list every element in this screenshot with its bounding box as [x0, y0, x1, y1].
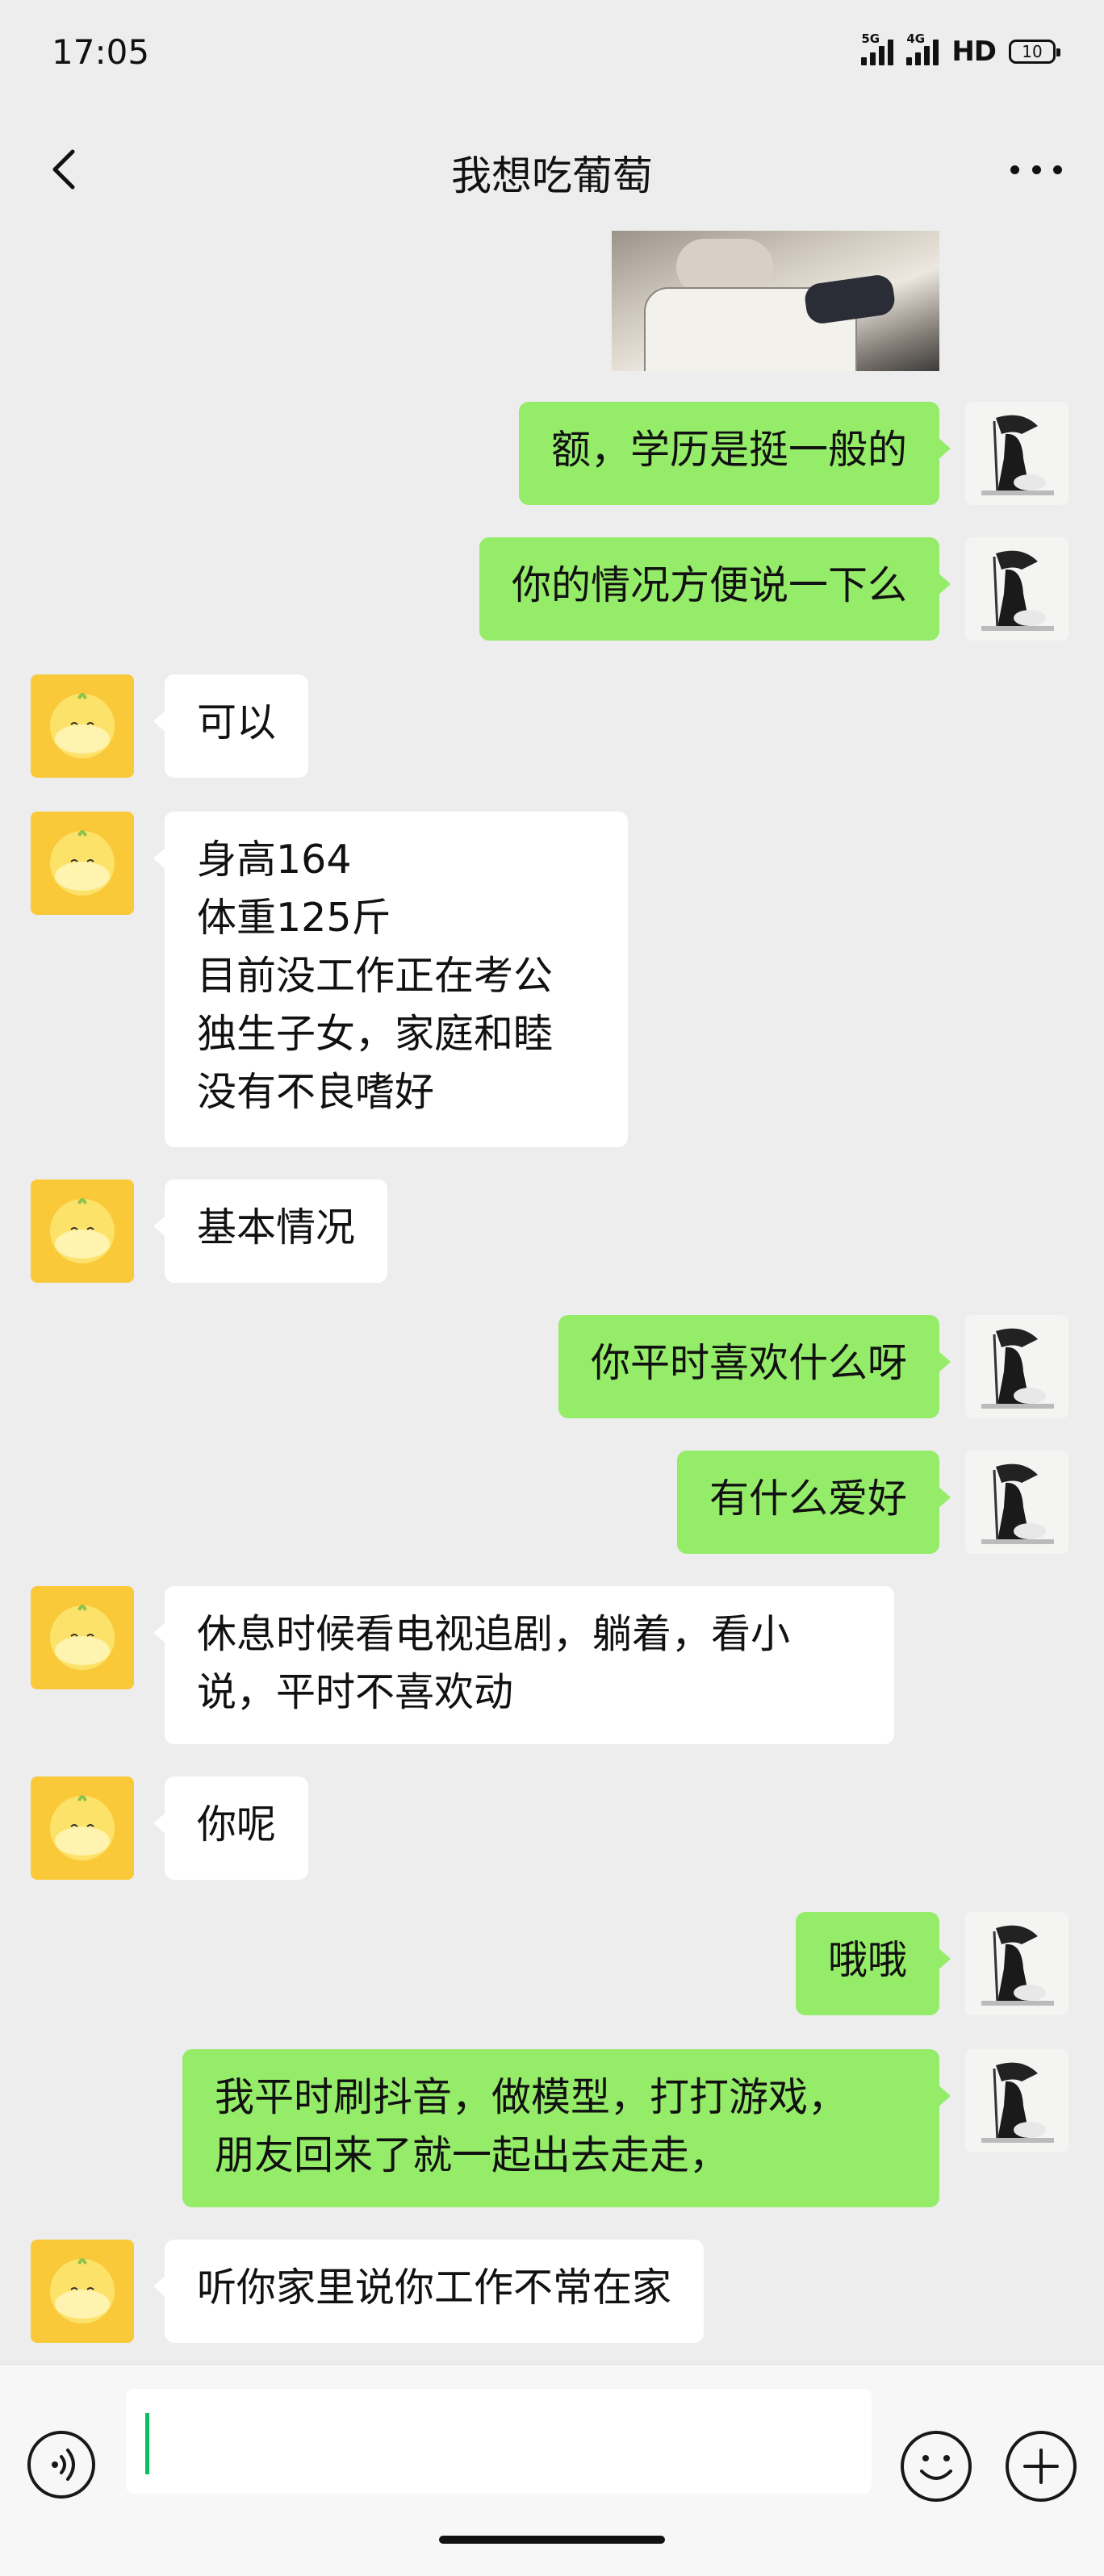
signal-5g-icon: 5G: [861, 31, 894, 65]
contact-avatar[interactable]: [31, 812, 134, 915]
message-bubble-sent[interactable]: 你平时喜欢什么呀: [558, 1315, 951, 1418]
reaper-avatar-icon: [981, 550, 1054, 631]
signal-4g-icon: 4G: [906, 31, 939, 65]
emoji-icon[interactable]: [901, 2431, 972, 2502]
message-bubble-received[interactable]: 基本情况: [153, 1179, 388, 1283]
text-cursor: [145, 2413, 149, 2474]
more-horizontal-icon[interactable]: [1010, 160, 1062, 179]
image-message[interactable]: [612, 231, 939, 371]
my-avatar[interactable]: [965, 1451, 1068, 1554]
my-avatar[interactable]: [965, 402, 1068, 505]
my-avatar[interactable]: [965, 537, 1068, 641]
message-bubble-sent[interactable]: 哦哦: [795, 1912, 951, 2015]
home-indicator[interactable]: [439, 2536, 665, 2544]
status-time: 17:05: [52, 32, 150, 72]
chat-title: 我想吃葡萄: [451, 152, 653, 199]
yellow-chick-avatar-icon: [50, 830, 115, 896]
message-bubble-sent[interactable]: 额，学历是挺一般的: [518, 402, 951, 505]
contact-avatar[interactable]: [31, 1776, 134, 1880]
hd-indicator: HD: [951, 35, 997, 68]
yellow-chick-avatar-icon: [50, 693, 115, 758]
message-bubble-received[interactable]: 听你家里说你工作不常在家: [153, 2240, 705, 2343]
contact-avatar[interactable]: [31, 2240, 134, 2343]
message-bubble-received[interactable]: 休息时候看电视追剧，躺着，看小 说，平时不喜欢动: [153, 1586, 894, 1744]
message-bubble-received[interactable]: 你呢: [153, 1776, 309, 1880]
contact-avatar[interactable]: [31, 674, 134, 778]
contact-avatar[interactable]: [31, 1179, 134, 1283]
reaper-avatar-icon: [981, 1463, 1054, 1544]
message-bubble-received[interactable]: 可以: [153, 674, 309, 778]
yellow-chick-avatar-icon: [50, 1605, 115, 1670]
yellow-chick-avatar-icon: [50, 2258, 115, 2323]
battery-icon: 10: [1009, 40, 1060, 64]
chat-header: 我想吃葡萄: [0, 121, 1104, 218]
contact-avatar[interactable]: [31, 1586, 134, 1689]
input-bar: [0, 2364, 1104, 2576]
message-bubble-sent[interactable]: 我平时刷抖音，做模型，打打游戏， 朋友回来了就一起出去走走，: [182, 2049, 951, 2207]
reaper-avatar-icon: [981, 1925, 1054, 2006]
my-avatar[interactable]: [965, 1315, 1068, 1418]
plus-circle-icon[interactable]: [1006, 2431, 1077, 2502]
status-icons: 5G 4G HD 10: [861, 31, 1060, 68]
status-bar: 17:05 5G 4G HD 10: [0, 0, 1104, 105]
reaper-avatar-icon: [981, 415, 1054, 495]
reaper-avatar-icon: [981, 1328, 1054, 1409]
message-input[interactable]: [126, 2389, 872, 2494]
yellow-chick-avatar-icon: [50, 1795, 115, 1860]
my-avatar[interactable]: [965, 2049, 1068, 2152]
network-label-4g: 4G: [906, 31, 926, 46]
my-avatar[interactable]: [965, 1912, 1068, 2015]
message-bubble-sent[interactable]: 有什么爱好: [676, 1451, 951, 1554]
network-label-5g: 5G: [861, 31, 880, 46]
message-list[interactable]: 额，学历是挺一般的 你的情况方便说一下么 可以 身高164 体重125斤 目前没…: [0, 218, 1104, 2364]
yellow-chick-avatar-icon: [50, 1198, 115, 1263]
voice-icon[interactable]: [27, 2431, 95, 2499]
battery-level: 10: [1022, 42, 1043, 61]
message-bubble-sent[interactable]: 你的情况方便说一下么: [479, 537, 951, 641]
reaper-avatar-icon: [981, 2062, 1054, 2143]
message-bubble-received[interactable]: 身高164 体重125斤 目前没工作正在考公 独生子女，家庭和睦 没有不良嗜好: [153, 812, 628, 1147]
